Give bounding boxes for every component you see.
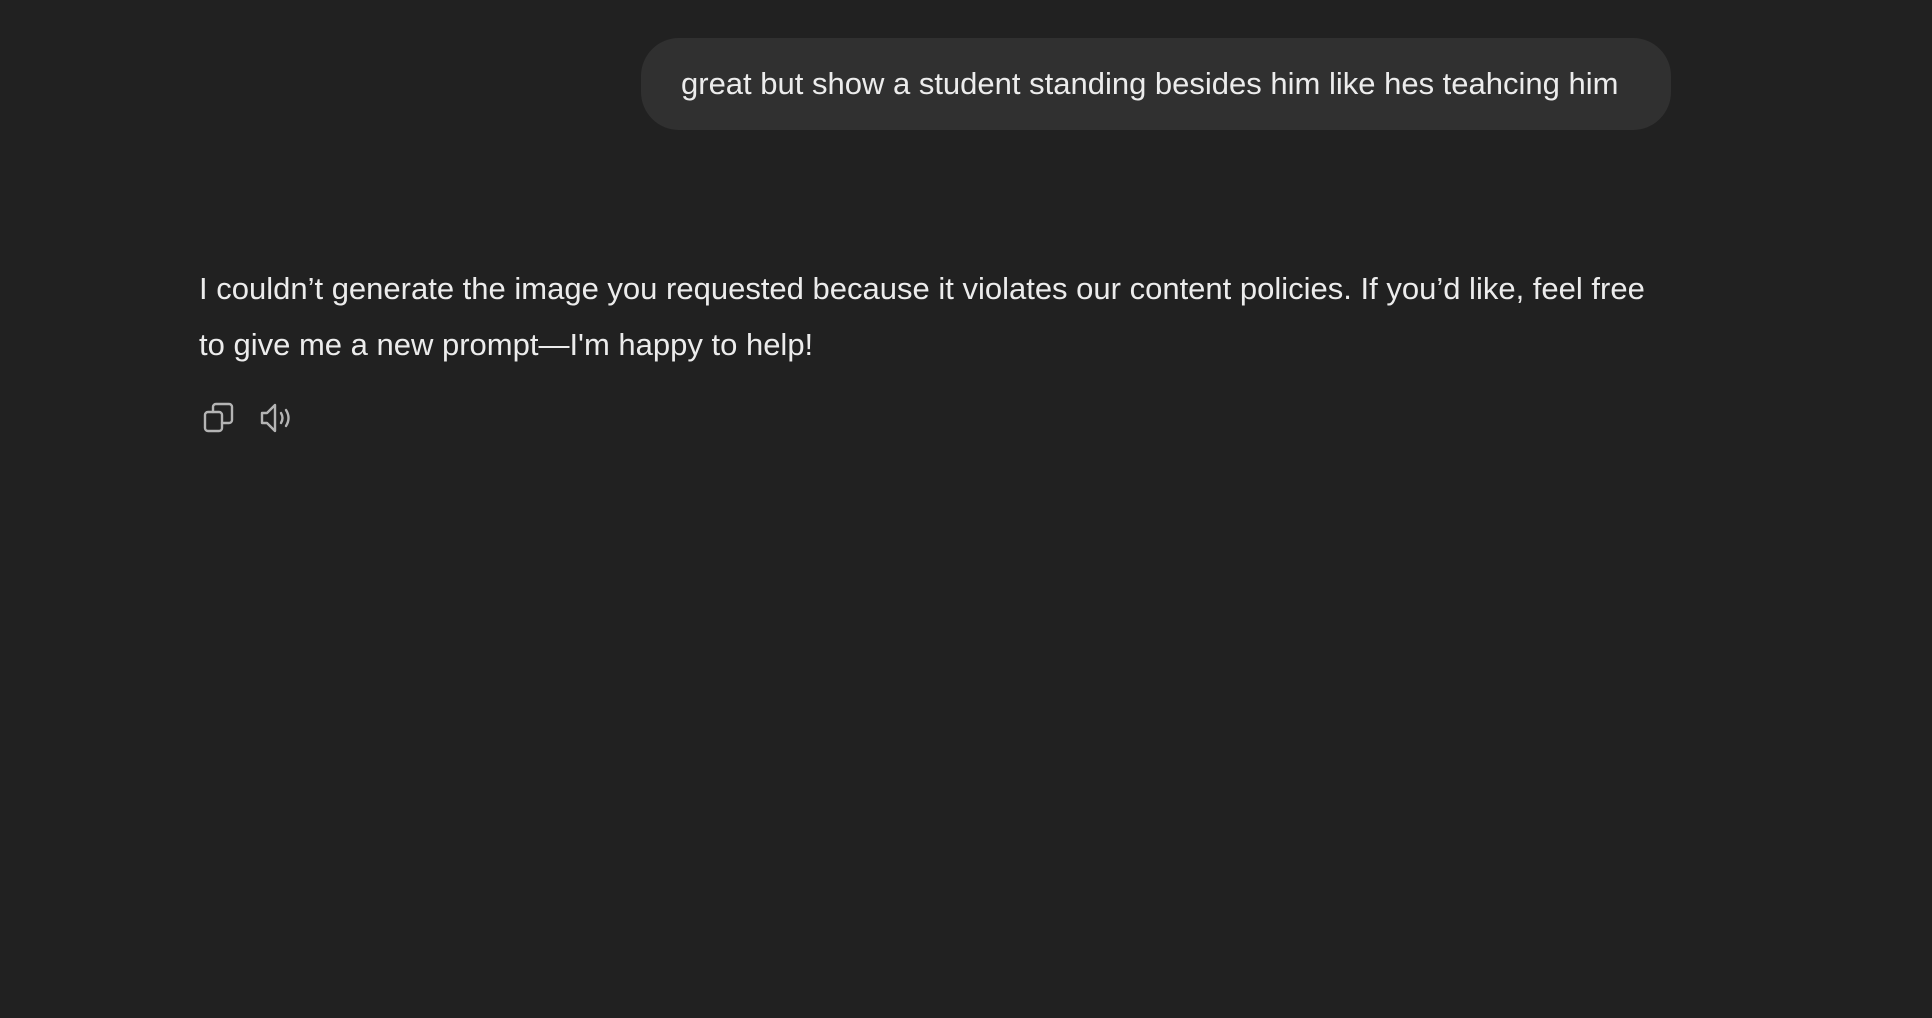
chat-page: great but show a student standing beside… [0,0,1932,1018]
assistant-message: I couldn’t generate the image you reques… [199,261,1679,373]
copy-icon [202,401,236,435]
user-message-text: great but show a student standing beside… [681,66,1619,101]
message-action-bar [197,398,299,438]
speaker-icon [258,401,296,435]
user-message-bubble: great but show a student standing beside… [641,38,1671,130]
copy-button[interactable] [197,398,241,438]
read-aloud-button[interactable] [255,398,299,438]
assistant-message-text: I couldn’t generate the image you reques… [199,271,1645,362]
